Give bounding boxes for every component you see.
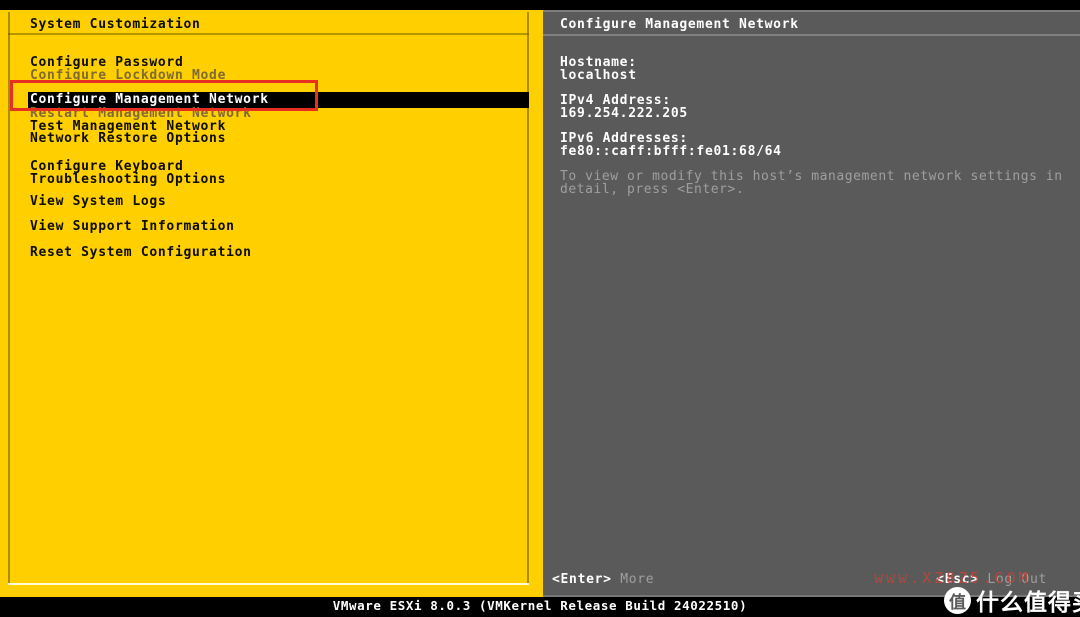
left-panel-title: System Customization xyxy=(30,17,201,32)
hotkey-enter-more[interactable]: <Enter> More xyxy=(552,572,654,587)
management-network-detail-panel: Configure Management Network Hostname: l… xyxy=(543,10,1080,597)
dcui-main: System Customization Configure Password … xyxy=(0,10,1080,597)
menu-item-reset-system-configuration[interactable]: Reset System Configuration xyxy=(30,245,252,260)
right-panel-title: Configure Management Network xyxy=(560,17,799,32)
enter-key-action: More xyxy=(620,572,655,587)
smzdm-watermark: 值 什么值得买 xyxy=(944,583,1080,617)
menu-item-network-restore-options[interactable]: Network Restore Options xyxy=(30,132,226,146)
menu-item-troubleshooting-options[interactable]: Troubleshooting Options xyxy=(30,172,226,187)
help-text-line2: detail, press <Enter>. xyxy=(560,181,745,197)
smzdm-badge-icon: 值 xyxy=(944,586,971,614)
menu-item-view-support-information[interactable]: View Support Information xyxy=(30,220,235,234)
ipv6-value: fe80::caff:bfff:fe01:68/64 xyxy=(560,144,782,159)
esxi-version-bar: VMware ESXi 8.0.3 (VMKernel Release Buil… xyxy=(0,597,1080,614)
smzdm-watermark-text: 什么值得买 xyxy=(976,590,1080,616)
esxi-version-text: VMware ESXi 8.0.3 (VMKernel Release Buil… xyxy=(332,598,748,613)
hostname-value: localhost xyxy=(560,68,637,83)
enter-key-hint: <Enter> xyxy=(552,572,612,587)
menu-item-view-system-logs[interactable]: View System Logs xyxy=(30,195,166,209)
left-title-separator xyxy=(8,33,529,35)
right-title-separator xyxy=(543,34,1080,36)
ipv4-value: 169.254.222.205 xyxy=(560,106,688,121)
panel-frame-bottom xyxy=(8,583,529,585)
red-highlight-annotation xyxy=(10,80,318,111)
system-customization-panel: System Customization Configure Password … xyxy=(0,10,543,597)
top-black-bar xyxy=(0,0,1080,10)
